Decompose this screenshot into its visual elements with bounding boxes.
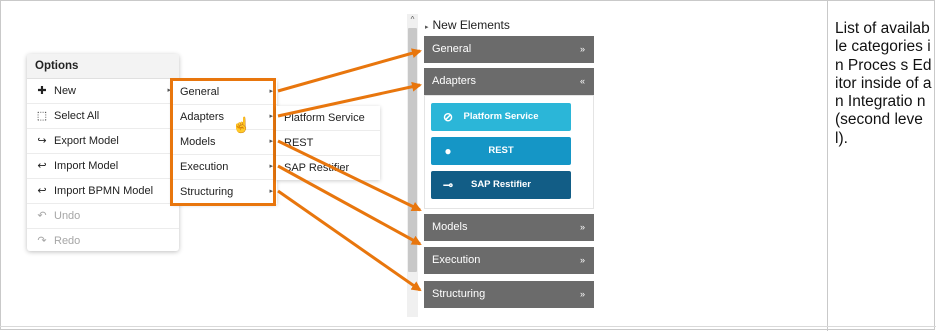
annotation-arrows bbox=[277, 48, 422, 292]
caption-text: List of available categories in Proces s… bbox=[835, 20, 932, 147]
arrow-adapters bbox=[277, 81, 422, 118]
arrow-general bbox=[277, 48, 422, 93]
arrow-models bbox=[277, 139, 422, 212]
